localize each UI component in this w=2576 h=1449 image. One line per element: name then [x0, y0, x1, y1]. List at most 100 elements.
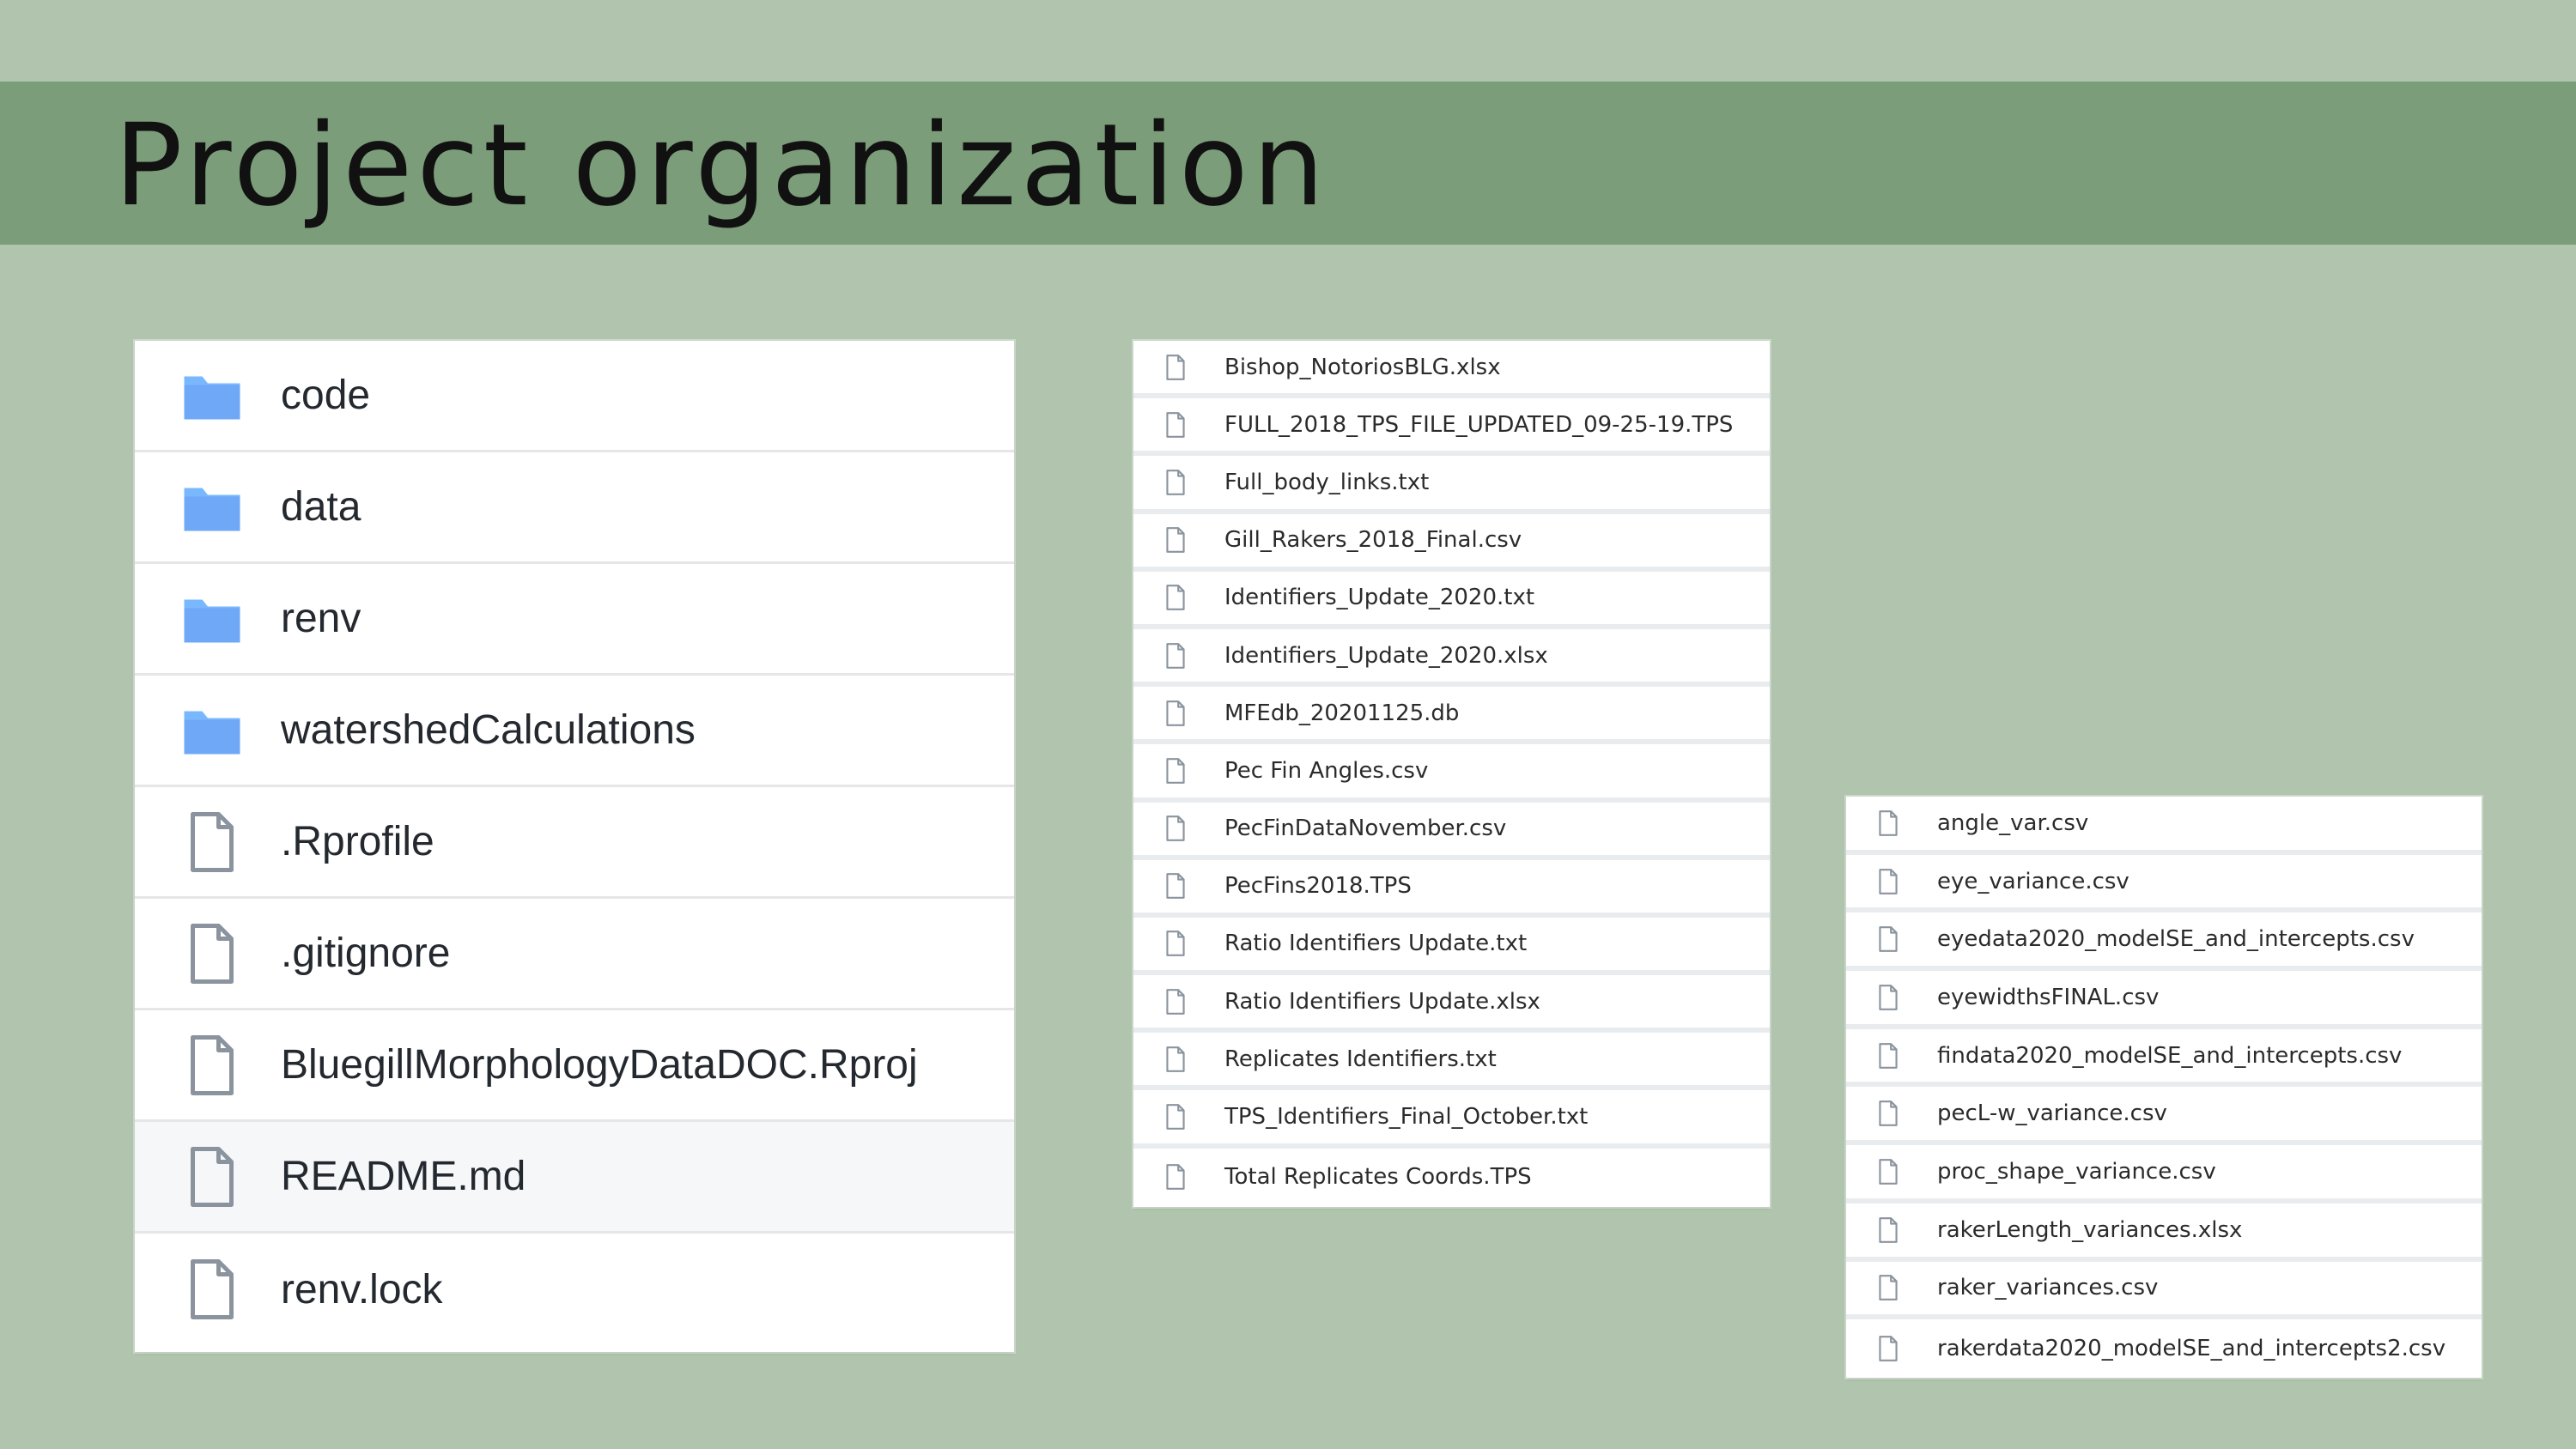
file-name[interactable]: findata2020_modelSE_and_intercepts.csv — [1937, 1043, 2402, 1069]
file-icon — [1161, 871, 1190, 900]
file-icon — [1874, 1099, 1903, 1128]
file-icon — [1161, 468, 1190, 497]
file-row[interactable]: eyewidthsFINAL.csv — [1846, 971, 2482, 1029]
file-row[interactable]: PecFinDataNovember.csv — [1133, 803, 1770, 860]
file-row[interactable]: Replicates Identifiers.txt — [1133, 1033, 1770, 1091]
file-name[interactable]: .Rprofile — [281, 818, 434, 865]
file-row[interactable]: rakerLength_variances.xlsx — [1846, 1203, 2482, 1262]
file-name[interactable]: proc_shape_variance.csv — [1937, 1159, 2216, 1185]
file-name[interactable]: Replicates Identifiers.txt — [1224, 1046, 1497, 1072]
file-row[interactable]: Identifiers_Update_2020.txt — [1133, 572, 1770, 629]
file-name[interactable]: Ratio Identifiers Update.xlsx — [1224, 989, 1540, 1015]
folder-name[interactable]: data — [281, 483, 361, 530]
file-row[interactable]: FULL_2018_TPS_FILE_UPDATED_09-25-19.TPS — [1133, 398, 1770, 457]
folder-row[interactable]: renv — [135, 564, 1014, 676]
folder-name[interactable]: watershedCalculations — [281, 706, 696, 754]
file-row[interactable]: Gill_Rakers_2018_Final.csv — [1133, 514, 1770, 572]
folder-icon — [178, 473, 246, 542]
file-row[interactable]: rakerdata2020_modelSE_and_intercepts2.cs… — [1846, 1319, 2482, 1378]
file-icon — [178, 919, 246, 988]
file-row[interactable]: BluegillMorphologyDataDOC.Rproj — [135, 1010, 1014, 1122]
file-row[interactable]: renv.lock — [135, 1234, 1014, 1345]
file-row[interactable]: raker_variances.csv — [1846, 1262, 2482, 1320]
file-name[interactable]: .gitignore — [281, 930, 450, 977]
file-name[interactable]: Pec Fin Angles.csv — [1224, 758, 1428, 784]
slide-title: Project organization — [114, 100, 1329, 232]
file-row[interactable]: PecFins2018.TPS — [1133, 860, 1770, 918]
file-row[interactable]: .Rprofile — [135, 787, 1014, 899]
folder-icon — [178, 696, 246, 765]
file-icon — [1874, 925, 1903, 954]
file-icon — [1874, 867, 1903, 896]
file-name[interactable]: Ratio Identifiers Update.txt — [1224, 931, 1527, 956]
file-name[interactable]: renv.lock — [281, 1266, 443, 1313]
file-row[interactable]: Identifiers_Update_2020.xlsx — [1133, 629, 1770, 688]
folder-name[interactable]: renv — [281, 595, 361, 642]
file-row[interactable]: Ratio Identifiers Update.txt — [1133, 918, 1770, 976]
file-name[interactable]: raker_variances.csv — [1937, 1275, 2158, 1300]
folder-icon — [178, 361, 246, 430]
file-name[interactable]: README.md — [281, 1153, 526, 1200]
data-file-list: Bishop_NotoriosBLG.xlsx FULL_2018_TPS_FIL… — [1133, 341, 1770, 1207]
file-icon — [1874, 809, 1903, 838]
file-name[interactable]: Gill_Rakers_2018_Final.csv — [1224, 527, 1522, 553]
file-name[interactable]: rakerLength_variances.xlsx — [1937, 1217, 2242, 1243]
file-icon — [1874, 1273, 1903, 1302]
file-name[interactable]: pecL-w_variance.csv — [1937, 1100, 2167, 1126]
file-icon — [1874, 1334, 1903, 1363]
file-row[interactable]: Pec Fin Angles.csv — [1133, 744, 1770, 803]
file-row[interactable]: eyedata2020_modelSE_and_intercepts.csv — [1846, 912, 2482, 972]
file-icon — [178, 1143, 246, 1211]
file-icon — [1161, 814, 1190, 843]
file-icon — [1161, 699, 1190, 728]
file-row[interactable]: findata2020_modelSE_and_intercepts.csv — [1846, 1029, 2482, 1088]
file-icon — [1161, 1162, 1190, 1191]
file-name[interactable]: MFEdb_20201125.db — [1224, 700, 1459, 726]
file-icon — [1161, 929, 1190, 958]
file-row[interactable]: Full_body_links.txt — [1133, 456, 1770, 514]
file-icon — [178, 808, 246, 876]
file-name[interactable]: rakerdata2020_modelSE_and_intercepts2.cs… — [1937, 1336, 2445, 1361]
file-name[interactable]: Full_body_links.txt — [1224, 470, 1429, 495]
folder-name[interactable]: code — [281, 372, 370, 419]
file-icon — [1161, 641, 1190, 670]
folder-icon — [178, 585, 246, 653]
file-icon — [1161, 353, 1190, 382]
file-name[interactable]: angle_var.csv — [1937, 810, 2088, 836]
variance-file-list: angle_var.csv eye_variance.csv eyedata2020… — [1846, 797, 2482, 1378]
file-icon — [1874, 983, 1903, 1012]
folder-row[interactable]: watershedCalculations — [135, 676, 1014, 787]
file-name[interactable]: eye_variance.csv — [1937, 869, 2129, 894]
file-name[interactable]: eyedata2020_modelSE_and_intercepts.csv — [1937, 926, 2415, 952]
file-name[interactable]: PecFinDataNovember.csv — [1224, 815, 1506, 841]
file-row[interactable]: angle_var.csv — [1846, 797, 2482, 855]
file-icon — [1874, 1157, 1903, 1186]
file-icon — [1161, 410, 1190, 440]
file-name[interactable]: Bishop_NotoriosBLG.xlsx — [1224, 355, 1501, 380]
file-name[interactable]: Identifiers_Update_2020.xlsx — [1224, 643, 1548, 669]
file-name[interactable]: TPS_Identifiers_Final_October.txt — [1224, 1104, 1588, 1130]
file-row[interactable]: README.md — [135, 1122, 1014, 1234]
file-name[interactable]: Identifiers_Update_2020.txt — [1224, 585, 1534, 610]
repo-file-list: code data renv watershedCalculations .Rprofi… — [135, 341, 1014, 1352]
file-row[interactable]: Ratio Identifiers Update.xlsx — [1133, 975, 1770, 1034]
file-icon — [1161, 583, 1190, 612]
file-row[interactable]: eye_variance.csv — [1846, 855, 2482, 913]
file-icon — [1161, 987, 1190, 1016]
file-row[interactable]: pecL-w_variance.csv — [1846, 1087, 2482, 1146]
file-row[interactable]: Bishop_NotoriosBLG.xlsx — [1133, 341, 1770, 399]
folder-row[interactable]: data — [135, 452, 1014, 564]
file-row[interactable]: .gitignore — [135, 899, 1014, 1010]
file-icon — [1874, 1216, 1903, 1245]
file-row[interactable]: MFEdb_20201125.db — [1133, 687, 1770, 745]
file-name[interactable]: BluegillMorphologyDataDOC.Rproj — [281, 1041, 918, 1088]
file-row[interactable]: proc_shape_variance.csv — [1846, 1145, 2482, 1203]
file-icon — [1161, 1102, 1190, 1131]
file-name[interactable]: PecFins2018.TPS — [1224, 873, 1412, 899]
file-row[interactable]: TPS_Identifiers_Final_October.txt — [1133, 1090, 1770, 1149]
folder-row[interactable]: code — [135, 341, 1014, 452]
file-row[interactable]: Total Replicates Coords.TPS — [1133, 1149, 1770, 1206]
file-name[interactable]: FULL_2018_TPS_FILE_UPDATED_09-25-19.TPS — [1224, 412, 1733, 438]
file-name[interactable]: Total Replicates Coords.TPS — [1224, 1164, 1532, 1190]
file-name[interactable]: eyewidthsFINAL.csv — [1937, 985, 2159, 1010]
